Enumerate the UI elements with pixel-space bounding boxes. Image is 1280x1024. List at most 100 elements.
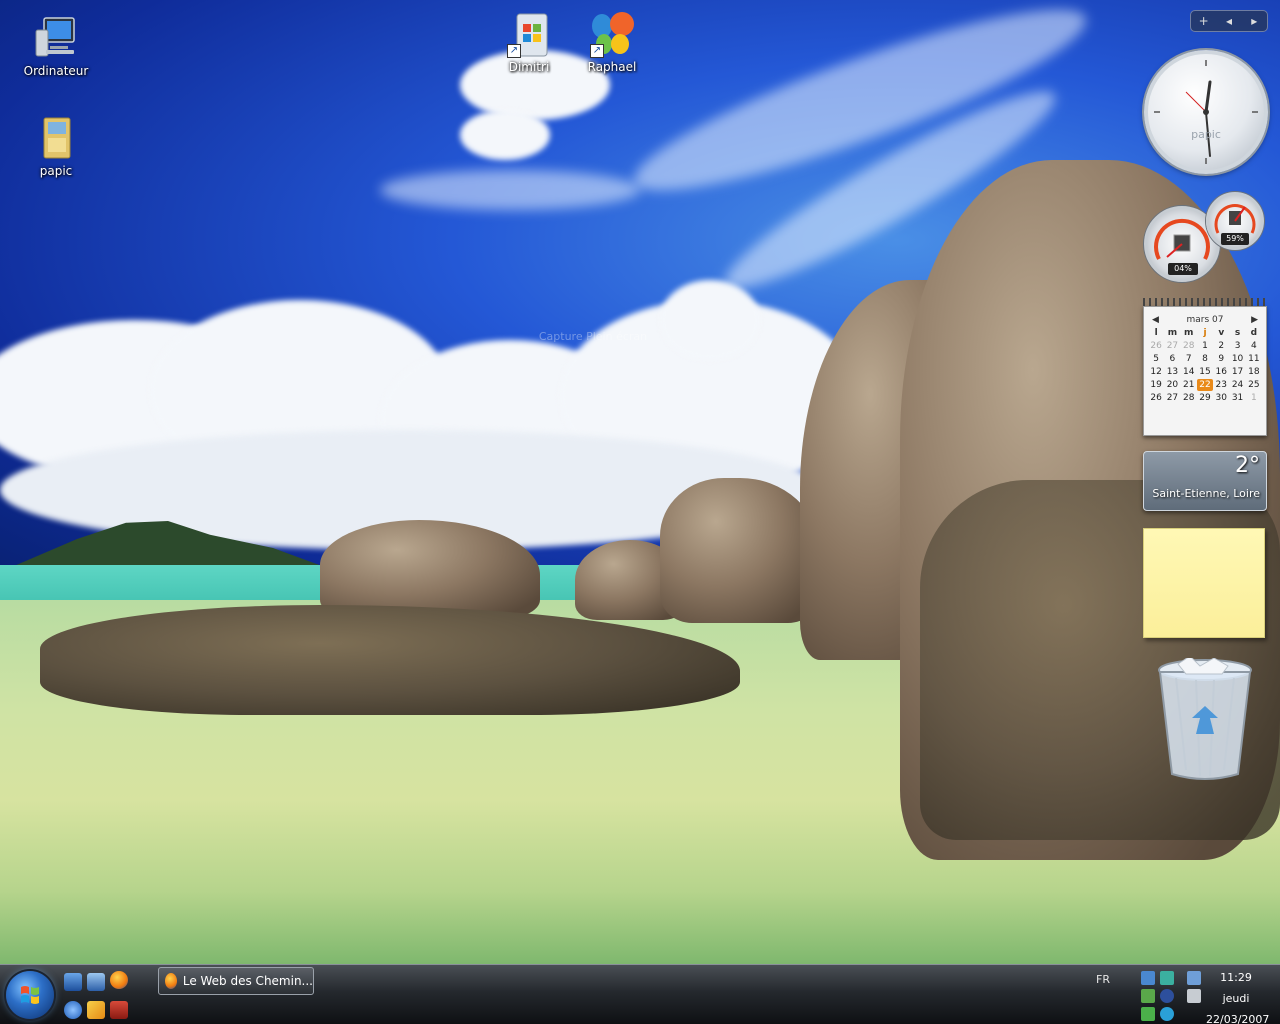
calendar-day[interactable]: 30 xyxy=(1213,392,1229,404)
volume-icon[interactable] xyxy=(1187,989,1201,1003)
display-tray-icon[interactable] xyxy=(1187,971,1201,985)
calendar-day[interactable]: 4 xyxy=(1246,340,1262,352)
switch-windows-icon[interactable] xyxy=(87,973,105,991)
calendar-prev-button[interactable]: ◀ xyxy=(1152,315,1159,325)
sidebar-prev-button[interactable]: ◂ xyxy=(1216,14,1241,28)
sidebar-controls: + ◂ ▸ xyxy=(1190,10,1268,32)
calendar-day[interactable]: 13 xyxy=(1164,366,1180,378)
desktop-icon-raphael[interactable]: ↗ Raphael xyxy=(574,10,650,74)
wallpaper-cloud xyxy=(460,110,550,160)
calendar-day[interactable]: 16 xyxy=(1213,366,1229,378)
audio-tool-icon[interactable] xyxy=(110,1001,128,1019)
calendar-day[interactable]: 9 xyxy=(1213,353,1229,365)
desktop-icon-label: Ordinateur xyxy=(23,64,89,78)
add-gadget-button[interactable]: + xyxy=(1191,14,1216,28)
cpu-value: 04% xyxy=(1168,263,1198,275)
calendar-gadget[interactable]: ◀ mars 07 ▶ l m m j v s d 26 27 28 1 2 3 4 5 6 7 8 9 10 11 12… xyxy=(1143,306,1267,436)
clock-label: papic xyxy=(1191,128,1221,141)
network-tray-icon[interactable] xyxy=(1141,971,1155,985)
desktop-wallpaper[interactable]: Capture Plein écran xyxy=(0,0,1280,964)
shortcut-arrow-icon: ↗ xyxy=(507,44,521,58)
calendar-day[interactable]: 21 xyxy=(1181,379,1197,391)
calendar-day[interactable]: 17 xyxy=(1229,366,1245,378)
calendar-day[interactable]: 1 xyxy=(1246,392,1262,404)
computer-icon xyxy=(32,14,80,62)
calendar-weekday: m xyxy=(1167,328,1178,338)
calendar-day[interactable]: 11 xyxy=(1246,353,1262,365)
taskbar-button-label: Le Web des Chemin... xyxy=(182,974,313,988)
calendar-weekday: j xyxy=(1203,328,1207,338)
calendar-day[interactable]: 23 xyxy=(1213,379,1229,391)
calendar-day[interactable]: 28 xyxy=(1181,392,1197,404)
calendar-day[interactable]: 26 xyxy=(1148,340,1164,352)
calendar-day[interactable]: 7 xyxy=(1181,353,1197,365)
firefox-icon[interactable] xyxy=(110,971,128,989)
firefox-icon xyxy=(165,973,177,989)
taskbar: Le Web des Chemin... FR 11:29 jeudi 22/0… xyxy=(0,964,1280,1024)
calendar-day[interactable]: 1 xyxy=(1197,340,1213,352)
calendar-day[interactable]: 22 xyxy=(1196,379,1214,391)
media-tool-icon[interactable] xyxy=(87,1001,105,1019)
calendar-day[interactable]: 31 xyxy=(1229,392,1245,404)
start-button[interactable] xyxy=(6,971,54,1019)
calendar-day[interactable]: 27 xyxy=(1164,392,1180,404)
apps-tray-icon[interactable] xyxy=(1141,989,1155,1003)
desktop-icon-papic[interactable]: papic xyxy=(18,114,94,178)
calendar-day[interactable]: 15 xyxy=(1197,366,1213,378)
calendar-day[interactable]: 28 xyxy=(1181,340,1197,352)
calendar-day[interactable]: 2 xyxy=(1213,340,1229,352)
wallpaper-wisp xyxy=(380,170,640,210)
memory-value: 59% xyxy=(1221,233,1249,245)
shortcut-arrow-icon: ↗ xyxy=(590,44,604,58)
capture-watermark: Capture Plein écran xyxy=(538,330,648,343)
messenger-tray-icon[interactable] xyxy=(1160,1007,1174,1021)
calendar-weekday: s xyxy=(1234,328,1241,338)
calendar-day[interactable]: 20 xyxy=(1164,379,1180,391)
calendar-weekday: m xyxy=(1184,328,1194,338)
calendar-grid: l m m j v s d 26 27 28 1 2 3 4 5 6 7 8 9 10 11 12 13 14 15 16 17 18… xyxy=(1144,327,1266,404)
calendar-next-button[interactable]: ▶ xyxy=(1251,315,1258,325)
desktop-icon-label: Dimitri xyxy=(508,60,550,74)
desktop-icon-computer[interactable]: Ordinateur xyxy=(18,14,94,78)
calendar-day[interactable]: 26 xyxy=(1148,392,1164,404)
sticky-note-gadget[interactable] xyxy=(1143,528,1265,638)
calendar-day[interactable]: 12 xyxy=(1148,366,1164,378)
calendar-month: mars 07 xyxy=(1186,315,1224,325)
memory-meter-gadget[interactable]: 59% xyxy=(1206,192,1264,250)
folder-icon xyxy=(32,114,80,162)
clock-gadget[interactable]: papic xyxy=(1144,50,1268,174)
calendar-day[interactable]: 27 xyxy=(1164,340,1180,352)
bluetooth-tray-icon[interactable] xyxy=(1160,971,1174,985)
calendar-day[interactable]: 18 xyxy=(1246,366,1262,378)
language-indicator[interactable]: FR xyxy=(1096,973,1110,986)
calendar-weekday: v xyxy=(1218,328,1225,338)
calendar-day[interactable]: 25 xyxy=(1246,379,1262,391)
internet-explorer-icon[interactable] xyxy=(64,1001,82,1019)
taskbar-button-firefox[interactable]: Le Web des Chemin... xyxy=(158,967,314,995)
desktop-icon-label: Raphael xyxy=(587,60,637,74)
recycle-bin-icon[interactable] xyxy=(1156,655,1254,784)
calendar-day[interactable]: 3 xyxy=(1229,340,1245,352)
calendar-day[interactable]: 10 xyxy=(1229,353,1245,365)
calendar-day[interactable]: 6 xyxy=(1164,353,1180,365)
calendar-day[interactable]: 5 xyxy=(1148,353,1164,365)
taskbar-clock[interactable]: 11:29 jeudi 22/03/2007 xyxy=(1206,967,1269,1024)
security-tray-icon[interactable] xyxy=(1141,1007,1155,1021)
sidebar-next-button[interactable]: ▸ xyxy=(1242,14,1267,28)
taskbar-time: 11:29 xyxy=(1220,971,1252,984)
msn-butterfly-icon: ↗ xyxy=(588,10,636,58)
calendar-day[interactable]: 14 xyxy=(1181,366,1197,378)
calendar-day[interactable]: 8 xyxy=(1197,353,1213,365)
calendar-day[interactable]: 24 xyxy=(1229,379,1245,391)
calendar-day[interactable]: 19 xyxy=(1148,379,1164,391)
weather-gadget[interactable]: 2° Saint-Etienne, Loire xyxy=(1143,451,1267,511)
wireless-tray-icon[interactable] xyxy=(1160,989,1174,1003)
clock-face-icon xyxy=(1154,60,1258,164)
calendar-day[interactable]: 29 xyxy=(1197,392,1213,404)
wallpaper-cloud xyxy=(660,280,760,360)
desktop-icon-dimitri[interactable]: ↗ Dimitri xyxy=(491,10,567,74)
show-desktop-icon[interactable] xyxy=(64,973,82,991)
calendar-weekday: d xyxy=(1250,328,1258,338)
weather-city: Saint-Etienne, Loire xyxy=(1152,487,1260,500)
windows-logo-icon xyxy=(21,986,39,1004)
